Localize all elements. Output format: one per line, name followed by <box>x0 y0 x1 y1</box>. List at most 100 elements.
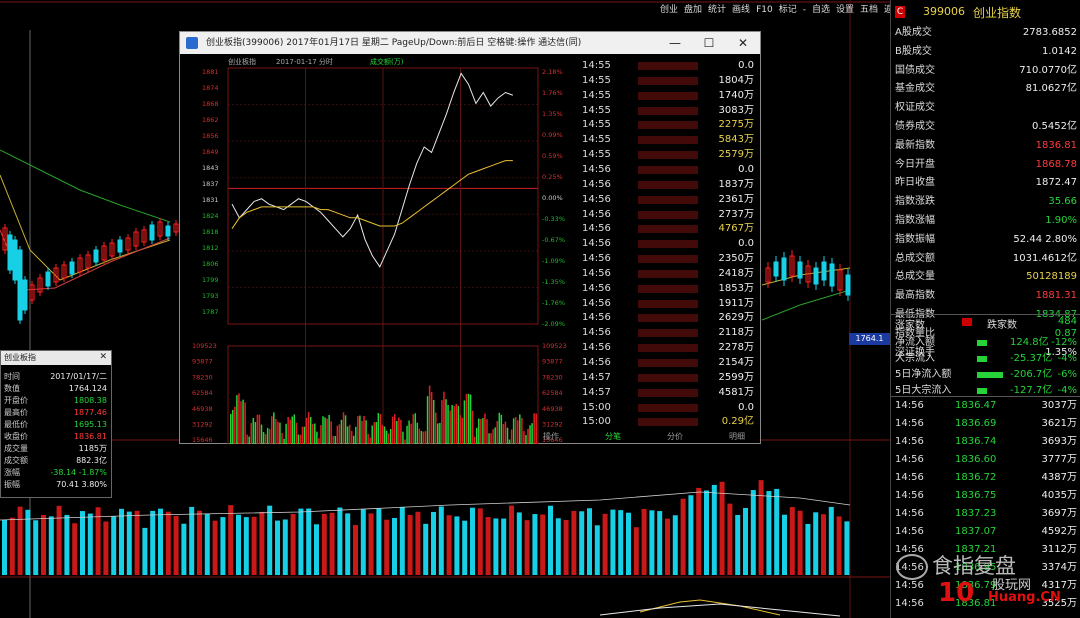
volume-bar <box>350 430 353 444</box>
tick-volume: 4035万 <box>1041 490 1077 501</box>
volume-bar <box>328 414 330 444</box>
tick-time: 14:56 <box>582 253 611 265</box>
menu-item[interactable]: 盘加 <box>684 5 702 15</box>
tick-price-bar <box>638 299 698 308</box>
tick-volume: 0.0 <box>738 401 754 413</box>
volume-bar <box>367 433 369 444</box>
info-value: 1877.46 <box>73 408 107 417</box>
popup-tick-row: 14:56 2629万 <box>578 310 760 326</box>
volume-bar <box>307 412 310 444</box>
tick-volume: 1804万 <box>718 74 754 86</box>
volume-bar <box>502 424 505 444</box>
menu-item[interactable]: 画线 <box>732 5 750 15</box>
popup-tab[interactable]: 分笔 <box>605 431 621 442</box>
intraday-chart[interactable]: 创业板指 2017-01-17 分时 成交额(万) 1881 1874 1868 1862 1… <box>180 54 580 444</box>
popup-tabs[interactable]: 操作 分笔 分价 明细 <box>535 431 760 443</box>
tick-time: 14:56 <box>582 312 611 324</box>
volume-bar <box>295 422 298 444</box>
tick-time: 14:56 <box>582 193 611 205</box>
candle <box>45 271 51 287</box>
menu-item[interactable]: 自选 <box>812 5 830 15</box>
info-value: 70.41 3.80% <box>56 480 107 489</box>
volume-bar <box>506 427 509 444</box>
menu-item[interactable]: 统计 <box>708 5 726 15</box>
volume-bar <box>471 410 474 444</box>
price-tick: 1812 <box>202 244 219 252</box>
volume-bar <box>453 406 455 444</box>
volume-bar <box>836 516 842 575</box>
window-titlebar[interactable]: 创业板指(399006) 2017年01月17日 星期二 PageUp/Down… <box>180 32 760 54</box>
tick-price-bar <box>638 240 698 249</box>
volume-bar <box>408 420 410 444</box>
stat-label: 指数振幅 <box>895 233 935 245</box>
menu-item[interactable]: - <box>803 5 806 15</box>
volume-bar <box>329 512 335 575</box>
intraday-window[interactable]: 创业板指(399006) 2017年01月17日 星期二 PageUp/Down… <box>179 31 761 444</box>
volume-bar <box>540 514 546 575</box>
volume-bar <box>587 508 592 575</box>
tick-time: 14:55 <box>582 149 611 161</box>
volume-bar <box>711 484 717 575</box>
volume-bar <box>368 513 374 575</box>
close-icon[interactable]: ✕ <box>99 352 107 362</box>
volume-bar <box>173 515 179 575</box>
info-value: 1764.124 <box>68 384 107 393</box>
popup-tab[interactable]: 分价 <box>667 431 683 442</box>
volume-bar <box>467 393 470 444</box>
volume-tick: 46938 <box>542 405 563 413</box>
volume-bar <box>389 428 392 444</box>
volume-bar <box>277 421 279 444</box>
info-row: 成交量 1185万 <box>4 443 107 454</box>
volume-bar <box>384 519 390 575</box>
tick-price-bar <box>638 344 698 353</box>
volume-bar <box>298 508 304 575</box>
maximize-button[interactable]: ☐ <box>692 32 726 54</box>
popup-tab[interactable]: 明细 <box>729 431 745 442</box>
top-menu[interactable]: 创业盘加统计画线F10标记-自选设置五档返回 <box>660 2 908 15</box>
minimize-button[interactable]: — <box>658 32 692 54</box>
menu-item[interactable]: F10 <box>756 5 773 15</box>
volume-bar <box>446 515 452 575</box>
volume-bar <box>484 413 486 444</box>
tick-volume: 2154万 <box>718 357 754 368</box>
volume-bar <box>445 399 447 444</box>
tick-time: 14:55 <box>582 119 611 131</box>
app-icon <box>186 37 198 49</box>
stat-label: 最新指数 <box>895 139 935 151</box>
volume-tick: 46938 <box>192 405 213 413</box>
volume-bar <box>9 517 15 575</box>
volume-bar <box>246 434 248 444</box>
menu-item[interactable]: 标记 <box>779 5 797 15</box>
volume-bar <box>326 418 328 444</box>
tick-time: 14:55 <box>582 60 611 71</box>
stat-label: 国债成交 <box>895 64 935 76</box>
chart-volume-label: 成交额(万) <box>370 57 404 66</box>
index-name: 创业指数 <box>973 6 1022 20</box>
popup-tab[interactable]: 操作 <box>543 431 559 442</box>
menu-item[interactable]: 五档 <box>860 5 878 15</box>
volume-bar <box>431 511 436 575</box>
popup-tick-row: 14:56 0.0 <box>578 162 760 178</box>
percent-tick: -1.09% <box>542 257 565 265</box>
volume-bar <box>821 514 826 575</box>
volume-bar <box>262 432 265 444</box>
menu-item[interactable]: 设置 <box>836 5 854 15</box>
volume-bar <box>482 418 484 444</box>
volume-bar <box>111 516 117 575</box>
tick-volume: 2278万 <box>718 342 754 354</box>
volume-bar <box>532 514 538 575</box>
popup-tick-row: 14:55 5843万 <box>578 132 760 148</box>
volume-bar <box>521 418 523 444</box>
tick-price-bar <box>638 284 698 293</box>
volume-bar <box>275 520 280 575</box>
info-label: 收盘价 <box>4 432 28 441</box>
down-count: 484 <box>1057 316 1077 327</box>
tick-price-bar <box>638 76 698 85</box>
stat-value: 52.44 2.80% <box>1013 233 1077 245</box>
stat-value: 1.90% <box>1045 215 1077 226</box>
menu-item[interactable]: 创业 <box>660 5 678 15</box>
volume-bar <box>490 433 492 444</box>
volume-bar <box>80 511 85 575</box>
close-button[interactable]: ✕ <box>726 32 760 54</box>
volume-bar <box>248 436 250 444</box>
